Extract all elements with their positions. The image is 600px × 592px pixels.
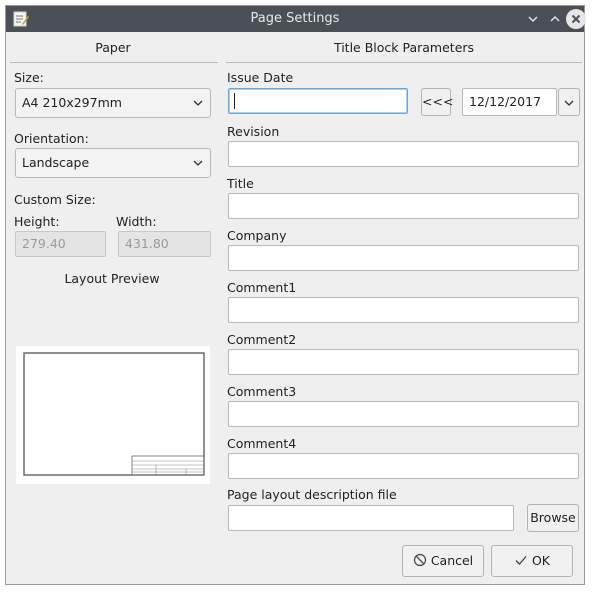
- paper-divider: [10, 62, 218, 63]
- layout-file-label: Page layout description file: [227, 487, 397, 502]
- window-title: Page Settings: [250, 11, 340, 26]
- comment1-input[interactable]: [228, 297, 579, 323]
- width-input: 431.80: [118, 231, 211, 257]
- issue-date-input[interactable]: [228, 88, 408, 114]
- maximize-icon: [550, 15, 560, 22]
- maximize-button[interactable]: [545, 9, 565, 29]
- company-input[interactable]: [228, 245, 579, 271]
- width-label: Width:: [116, 214, 157, 229]
- layout-preview-label: Layout Preview: [64, 271, 160, 286]
- title-block-section-header: Title Block Parameters: [333, 40, 475, 55]
- close-button[interactable]: [566, 9, 586, 29]
- check-icon: [515, 556, 527, 565]
- orientation-label: Orientation:: [14, 131, 89, 146]
- paper-section-header: Paper: [95, 40, 131, 55]
- chevron-down-icon: [193, 100, 203, 106]
- revision-input[interactable]: [228, 141, 579, 167]
- comment1-label: Comment1: [227, 280, 297, 295]
- paper-size-select[interactable]: A4 210x297mm: [15, 88, 211, 118]
- height-input: 279.40: [15, 231, 106, 257]
- size-label: Size:: [14, 70, 44, 85]
- copy-date-button[interactable]: <<<: [421, 88, 453, 116]
- page-settings-dialog: Page Settings Paper Size: A4 210x297mm O…: [5, 5, 586, 585]
- revision-label: Revision: [227, 124, 280, 139]
- chevron-down-icon: [564, 100, 574, 106]
- layout-file-input[interactable]: [228, 505, 514, 531]
- date-picker[interactable]: 12/12/2017: [462, 88, 557, 116]
- minimize-button[interactable]: [523, 9, 543, 29]
- company-label: Company: [227, 228, 287, 243]
- browse-button[interactable]: Browse: [527, 504, 579, 532]
- text-cursor: [234, 93, 235, 109]
- cancel-icon: [413, 553, 426, 567]
- paper-size-value: A4 210x297mm: [22, 95, 122, 110]
- cancel-label: Cancel: [430, 553, 474, 568]
- title-bar: Page Settings: [6, 6, 586, 32]
- custom-size-label: Custom Size:: [14, 192, 96, 207]
- cancel-button[interactable]: Cancel: [402, 545, 484, 577]
- comment2-input[interactable]: [228, 349, 579, 375]
- height-label: Height:: [14, 214, 60, 229]
- layout-preview: [16, 346, 210, 484]
- comment3-label: Comment3: [227, 384, 297, 399]
- ok-label: OK: [531, 553, 551, 568]
- date-picker-dropdown-button[interactable]: [558, 88, 580, 116]
- ok-button[interactable]: OK: [491, 545, 573, 577]
- orientation-select[interactable]: Landscape: [15, 148, 211, 178]
- close-icon: [571, 14, 581, 24]
- orientation-value: Landscape: [22, 155, 90, 170]
- issue-date-label: Issue Date: [227, 70, 294, 85]
- comment4-label: Comment4: [227, 436, 297, 451]
- title-label: Title: [227, 176, 254, 191]
- chevron-down-icon: [193, 160, 203, 166]
- layout-preview-drawing: [23, 352, 205, 476]
- comment3-input[interactable]: [228, 401, 579, 427]
- comment4-input[interactable]: [228, 453, 579, 479]
- title-block-divider: [226, 62, 582, 63]
- minimize-icon: [528, 16, 538, 23]
- title-input[interactable]: [228, 193, 579, 219]
- comment2-label: Comment2: [227, 332, 297, 347]
